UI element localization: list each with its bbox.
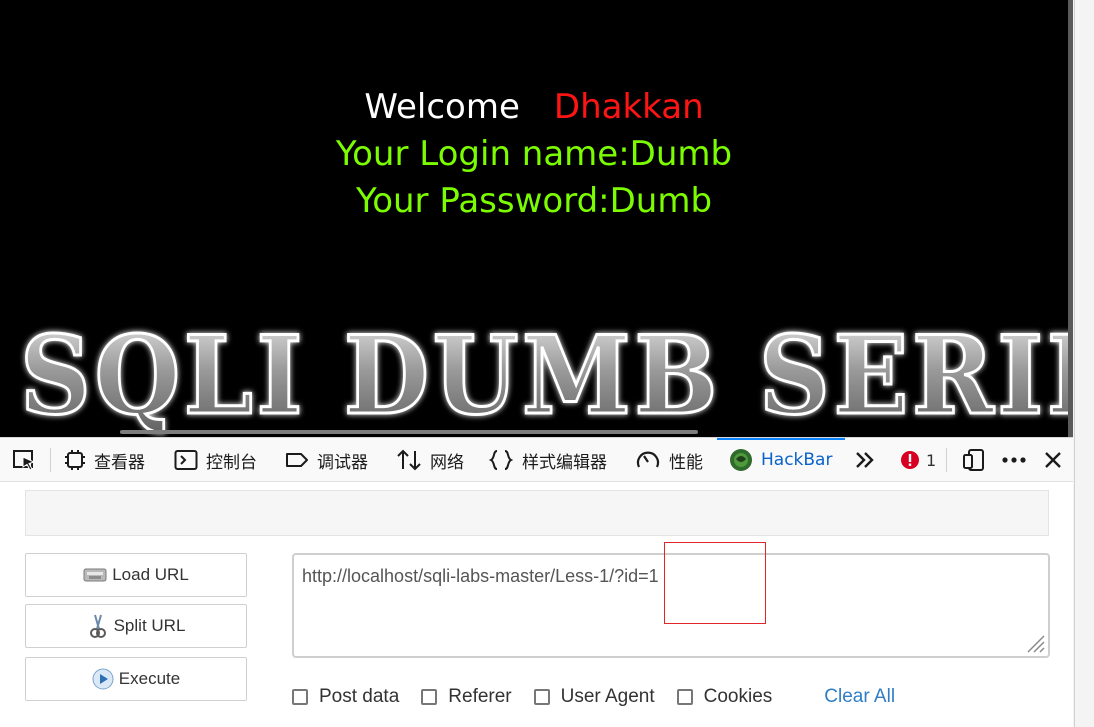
- more-options-icon[interactable]: [1000, 438, 1028, 482]
- error-indicator[interactable]: 1: [900, 438, 936, 482]
- tab-console[interactable]: 控制台: [174, 438, 257, 482]
- play-icon: [92, 668, 114, 690]
- tab-style-editor[interactable]: 样式编辑器: [488, 438, 607, 482]
- tab-console-label: 控制台: [206, 452, 257, 473]
- tab-network-label: 网络: [430, 452, 464, 473]
- load-url-button[interactable]: Load URL: [25, 553, 247, 597]
- debugger-icon: [286, 453, 308, 467]
- hackbar-top-strip: [25, 490, 1049, 536]
- toolbar-separator: [50, 448, 51, 472]
- more-tabs-chevron-icon[interactable]: [853, 438, 877, 482]
- post-data-label: Post data: [319, 686, 400, 707]
- hackbar-panel: Load URL Split URL Execute http://localh…: [0, 482, 1073, 727]
- tab-network[interactable]: 网络: [396, 438, 464, 482]
- tab-hackbar-label: HackBar: [761, 450, 833, 470]
- checkbox-box[interactable]: [533, 689, 550, 705]
- user-name-text: Dhakkan: [553, 87, 704, 127]
- network-icon: [397, 449, 421, 471]
- page-viewport: Welcome Dhakkan Your Login name:Dumb Your…: [0, 0, 1068, 437]
- devtools-toolbar: 查看器 控制台 调试器 网络 样式编辑器 性能 HackBar 1: [0, 437, 1073, 482]
- close-icon[interactable]: [1042, 438, 1064, 482]
- cookies-checkbox[interactable]: Cookies: [676, 686, 773, 708]
- hackbar-options: Post data Referer User Agent Cookies Cle…: [292, 684, 895, 710]
- console-icon: [174, 450, 198, 470]
- error-count: 1: [926, 450, 937, 470]
- tab-hackbar[interactable]: HackBar: [729, 438, 832, 482]
- style-editor-icon: [488, 450, 514, 470]
- inspector-icon: [65, 450, 85, 470]
- split-url-button[interactable]: Split URL: [25, 604, 247, 648]
- tab-inspector[interactable]: 查看器: [64, 438, 145, 482]
- tab-debugger[interactable]: 调试器: [285, 438, 368, 482]
- checkbox-box[interactable]: [421, 689, 438, 705]
- responsive-design-icon[interactable]: [962, 438, 986, 482]
- sqli-dumb-series-banner: SQLI DUMB SERIES: [19, 318, 1069, 437]
- user-agent-label: User Agent: [560, 686, 655, 707]
- tab-performance[interactable]: 性能: [635, 438, 703, 482]
- hackbar-icon: [730, 449, 752, 471]
- login-name-text: Your Login name:Dumb: [335, 134, 733, 174]
- execute-label: Execute: [118, 669, 181, 688]
- tab-performance-label: 性能: [669, 452, 703, 473]
- resize-grip-icon[interactable]: [1024, 632, 1046, 654]
- tab-debugger-label: 调试器: [317, 452, 368, 473]
- clear-all-link[interactable]: Clear All: [824, 686, 895, 708]
- page-horizontal-scrollbar[interactable]: [120, 430, 698, 434]
- load-url-label: Load URL: [112, 565, 189, 584]
- gutter-divider: [1074, 0, 1075, 727]
- url-input[interactable]: http://localhost/sqli-labs-master/Less-1…: [292, 553, 1050, 658]
- scissors-icon: [89, 614, 106, 638]
- referer-checkbox[interactable]: Referer: [421, 686, 512, 708]
- split-url-label: Split URL: [113, 616, 186, 635]
- post-data-checkbox[interactable]: Post data: [292, 686, 399, 708]
- load-url-icon: [83, 568, 107, 582]
- password-text: Your Password:Dumb: [355, 181, 713, 221]
- referer-label: Referer: [448, 686, 512, 707]
- tab-inspector-label: 查看器: [94, 452, 145, 473]
- performance-icon: [636, 451, 660, 468]
- toolbar-separator: [946, 448, 947, 472]
- welcome-text: Welcome: [364, 87, 520, 127]
- error-icon: [901, 451, 919, 469]
- element-picker-icon[interactable]: [12, 438, 38, 482]
- checkbox-box[interactable]: [676, 689, 693, 705]
- execute-button[interactable]: Execute: [25, 657, 247, 701]
- welcome-line: Welcome Dhakkan: [0, 85, 1068, 129]
- window-right-gutter: [1073, 0, 1094, 727]
- tab-style-editor-label: 样式编辑器: [522, 452, 607, 473]
- user-agent-checkbox[interactable]: User Agent: [533, 686, 655, 708]
- banner-text: SQLI DUMB SERIES: [20, 318, 1068, 437]
- cookies-label: Cookies: [703, 686, 773, 707]
- checkbox-box[interactable]: [292, 689, 308, 705]
